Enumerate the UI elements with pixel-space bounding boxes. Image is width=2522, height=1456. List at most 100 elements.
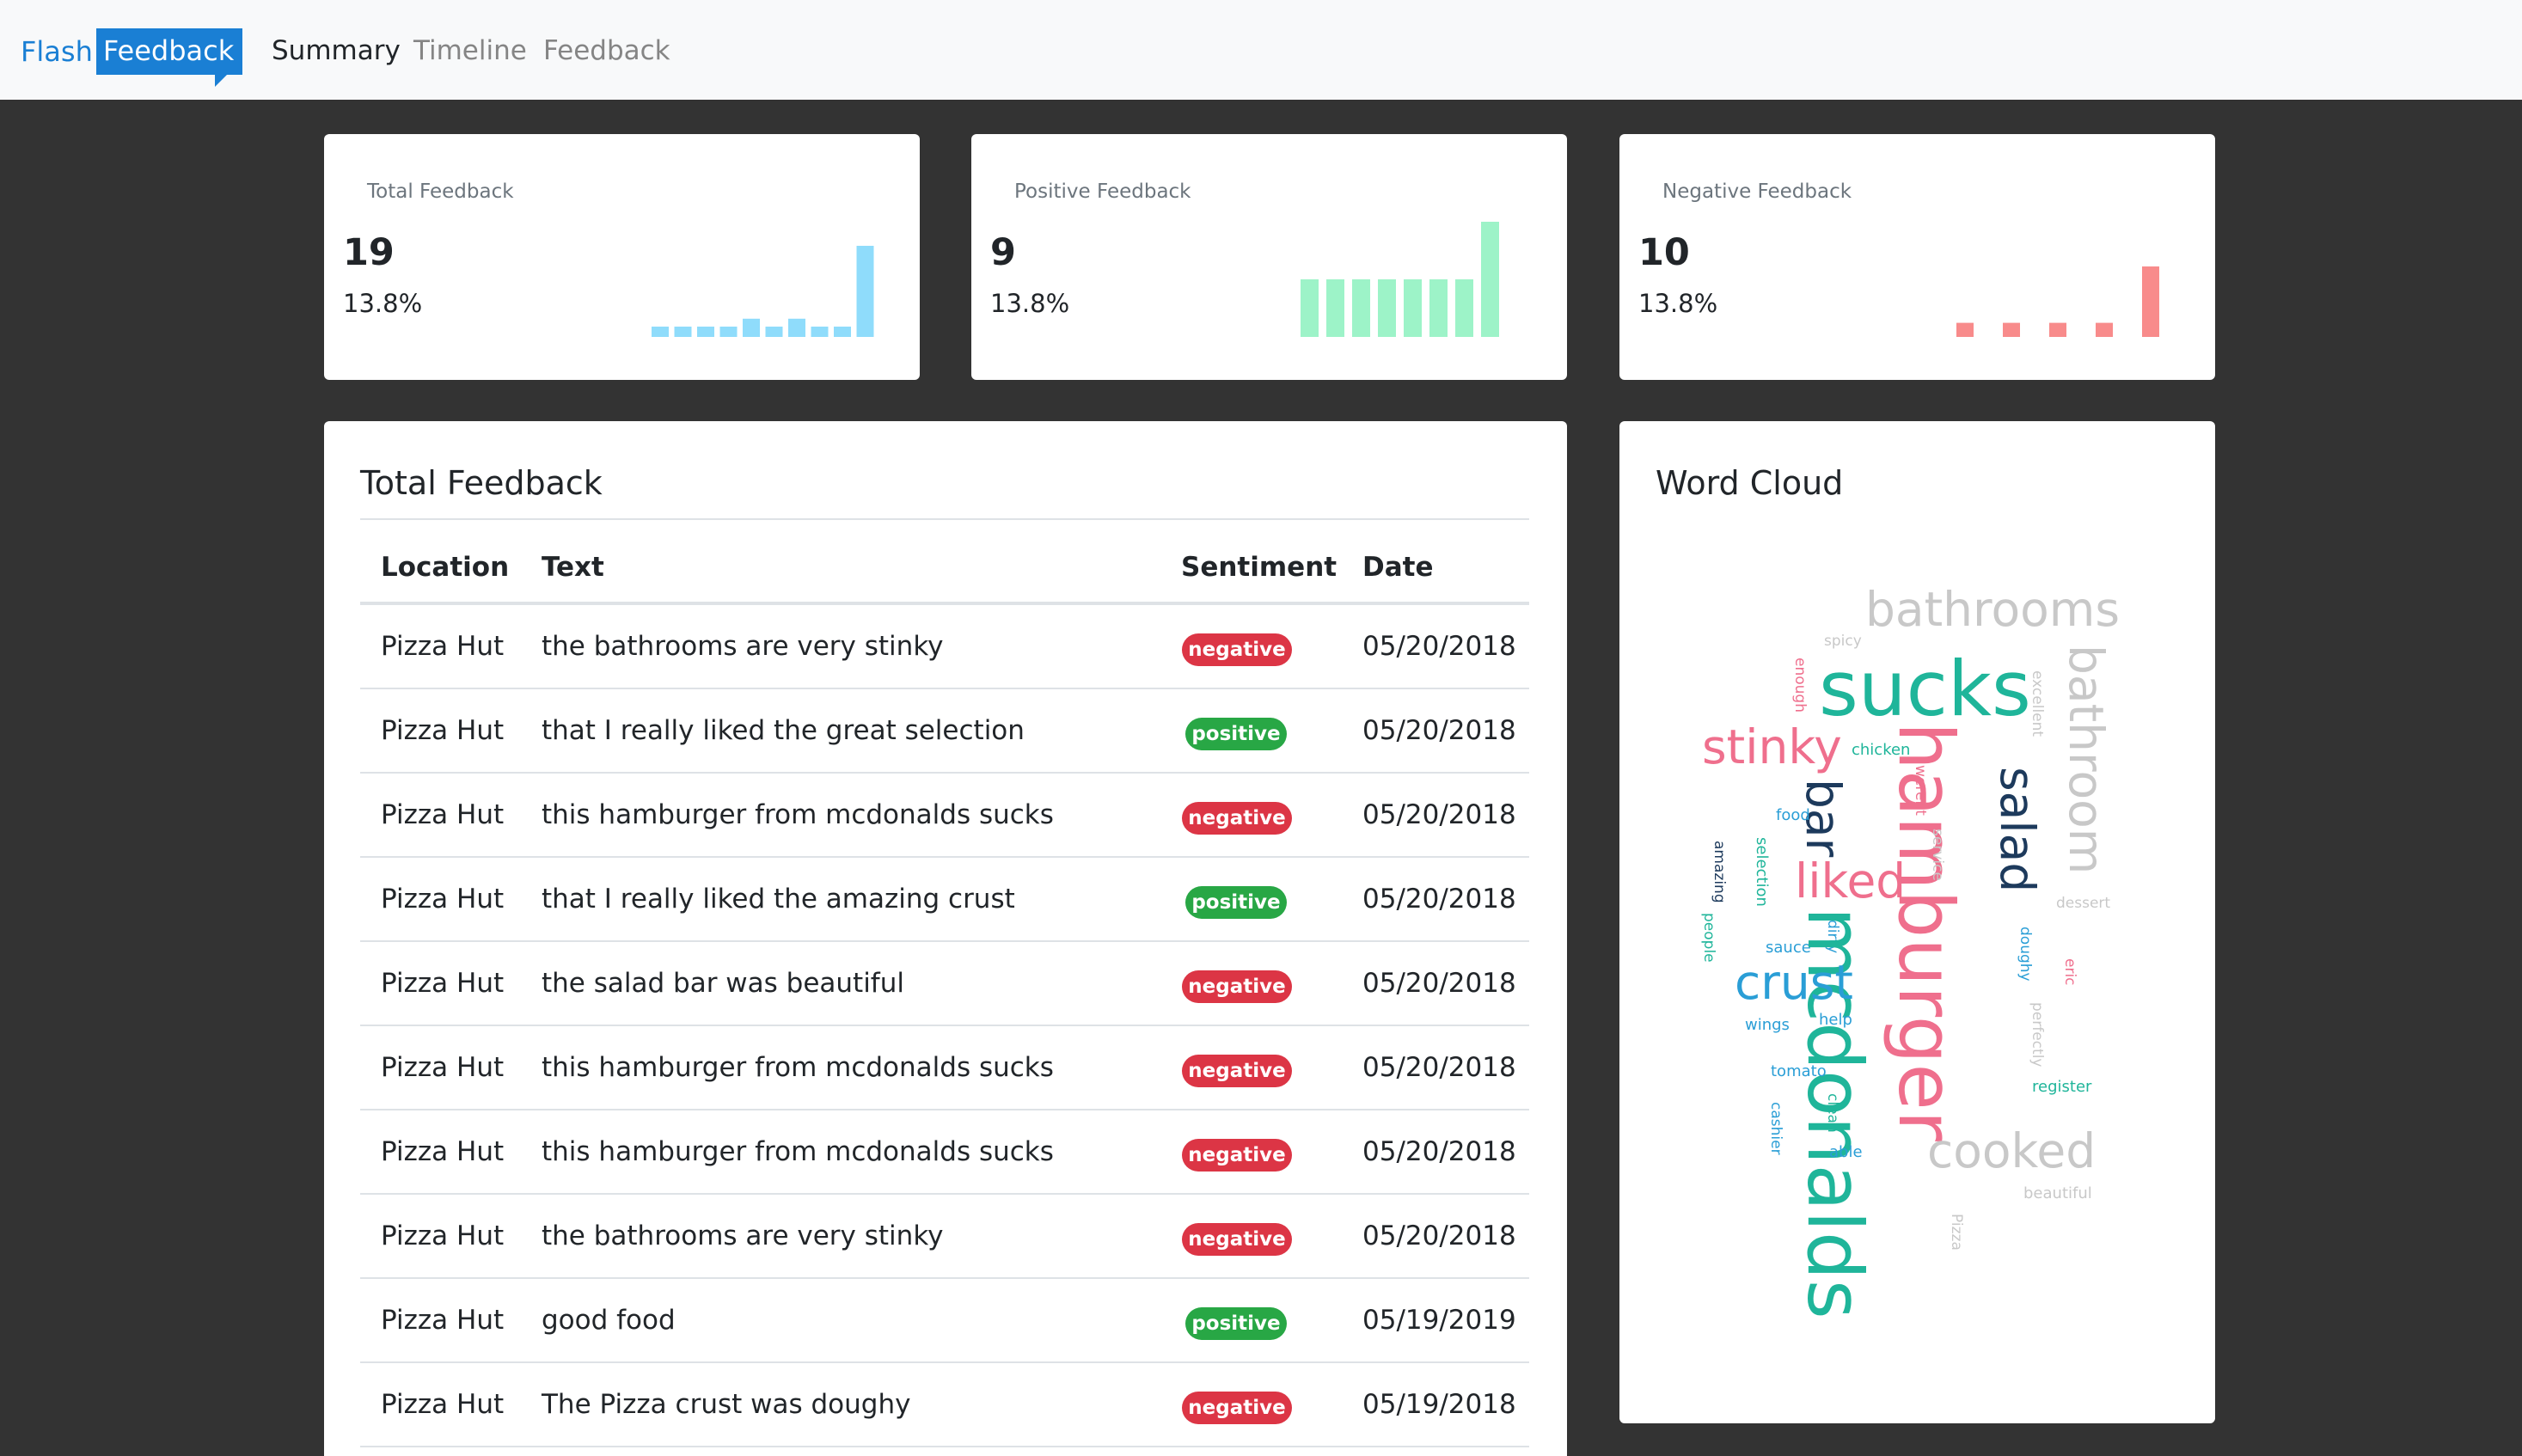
word-cloud-card: Word Cloud bathrooms spicy sucks enough exce… <box>1619 421 2215 1423</box>
nav-summary[interactable]: Summary <box>272 33 401 69</box>
word-cloud-word: Pizza <box>1948 1214 1965 1251</box>
table-row[interactable]: Pizza Hut the bathrooms are very stinky 05… <box>360 1195 1529 1279</box>
sparkline-bar <box>811 327 829 337</box>
word-cloud-word: eric <box>2061 958 2078 986</box>
cell-text: this hamburger from mcdonalds sucks <box>542 1052 1054 1083</box>
sparkline-bar <box>1481 222 1499 337</box>
stat-card-negative: Negative Feedback 10 13.8% <box>1619 134 2215 380</box>
cell-location: Pizza Hut <box>381 1136 505 1167</box>
word-cloud-word: perfectly <box>2029 1002 2046 1068</box>
cell-location: Pizza Hut <box>381 1305 505 1336</box>
word-cloud-title: Word Cloud <box>1656 464 1844 502</box>
table-row[interactable]: Pizza Hut that I really liked the amazing… <box>360 858 1529 942</box>
cell-date: 05/20/2018 <box>1362 884 1516 915</box>
sentiment-badge: positive <box>1185 886 1287 919</box>
word-cloud-word: beautiful <box>2023 1184 2092 1202</box>
sentiment-badge: negative <box>1182 1223 1292 1256</box>
nav-timeline[interactable]: Timeline <box>413 33 527 69</box>
sparkline-chart <box>1301 222 1499 337</box>
cell-location: Pizza Hut <box>381 968 505 999</box>
brand-logo[interactable]: Flash Feedback <box>21 24 243 87</box>
sentiment-badge: negative <box>1182 1392 1292 1424</box>
cell-date: 05/20/2018 <box>1362 1220 1516 1251</box>
sparkline-bar <box>652 327 669 337</box>
feedback-table-card: Total Feedback Location Text Sentiment D… <box>324 421 1567 1456</box>
word-cloud-word: doughy <box>2017 927 2034 982</box>
column-header-date[interactable]: Date <box>1362 552 1434 583</box>
sparkline-bar <box>765 327 783 337</box>
word-cloud-word: salad <box>1990 767 2045 893</box>
sparkline-bar <box>1404 279 1422 337</box>
cell-text: this hamburger from mcdonalds sucks <box>542 799 1054 830</box>
table-title: Total Feedback <box>360 464 603 502</box>
word-cloud-word: excellent <box>2029 670 2046 737</box>
sparkline-bar <box>1455 279 1473 337</box>
cell-date: 05/20/2018 <box>1362 799 1516 830</box>
sentiment-badge: negative <box>1182 802 1292 835</box>
word-cloud-word: food <box>1776 806 1810 824</box>
word-cloud-word: tomato <box>1771 1062 1827 1080</box>
sparkline-bar <box>788 318 805 337</box>
sentiment-badge: negative <box>1182 633 1292 666</box>
table-row[interactable]: Pizza Hut this hamburger from mcdonalds s… <box>360 1110 1529 1195</box>
sentiment-badge: positive <box>1185 718 1287 750</box>
word-cloud-word: werent <box>1912 765 1929 816</box>
word-cloud-word: amazing <box>1711 841 1728 903</box>
table-row[interactable]: Pizza Hut the bathrooms are very stinky 05… <box>360 605 1529 689</box>
cell-date: 05/19/2019 <box>1362 1305 1516 1336</box>
brand-flash-text: Flash <box>21 35 93 68</box>
column-header-location[interactable]: Location <box>381 552 509 583</box>
sparkline-bar <box>1378 279 1396 337</box>
stat-card-positive: Positive Feedback 9 13.8% <box>971 134 1567 380</box>
sparkline-bar <box>1326 279 1344 337</box>
nav-feedback[interactable]: Feedback <box>543 33 670 69</box>
table-row[interactable]: Pizza Hut this hamburger from mcdonalds s… <box>360 1026 1529 1110</box>
word-cloud-word: clean <box>1824 1093 1841 1133</box>
column-header-text[interactable]: Text <box>542 552 604 583</box>
sentiment-badge: negative <box>1182 1139 1292 1172</box>
table-row[interactable]: Pizza Hut that I really liked the great s… <box>360 689 1529 774</box>
cell-text: the salad bar was beautiful <box>542 968 904 999</box>
sparkline-bar <box>2049 322 2066 337</box>
cell-location: Pizza Hut <box>381 715 505 746</box>
speech-bubble-tail-icon <box>215 75 228 87</box>
word-cloud-word: register <box>2032 1078 2092 1096</box>
cell-text: that I really liked the amazing crust <box>542 884 1015 915</box>
brand-feedback-badge: Feedback <box>95 28 243 87</box>
sparkline-bar <box>2096 322 2113 337</box>
brand-feedback-text: Feedback <box>95 28 243 75</box>
word-cloud-word: cooked <box>1927 1123 2097 1178</box>
word-cloud-word: enough <box>1791 658 1809 713</box>
cell-location: Pizza Hut <box>381 1389 505 1420</box>
sentiment-badge: negative <box>1182 970 1292 1003</box>
cell-date: 05/19/2018 <box>1362 1389 1516 1420</box>
navbar: Flash Feedback Summary Timeline Feedback <box>0 0 2522 100</box>
stat-card-total: Total Feedback 19 13.8% <box>324 134 920 380</box>
word-cloud-word: sucks <box>1819 645 2031 733</box>
cell-location: Pizza Hut <box>381 1220 505 1251</box>
sparkline-bar <box>2142 266 2159 337</box>
sparkline-bar <box>697 327 714 337</box>
cell-location: Pizza Hut <box>381 884 505 915</box>
word-cloud-word: dessert <box>2056 895 2111 912</box>
sparkline-bar <box>856 246 874 337</box>
table-row[interactable]: Pizza Hut good food 05/19/2019 positive <box>360 1279 1529 1363</box>
table-row[interactable]: Pizza Hut this hamburger from mcdonalds s… <box>360 774 1529 858</box>
word-cloud-word: wings <box>1745 1016 1790 1034</box>
cell-date: 05/20/2018 <box>1362 1052 1516 1083</box>
table-row[interactable]: Pizza Hut The Pizza crust was doughy 05/19… <box>360 1363 1529 1447</box>
word-cloud-word: bathroom <box>2059 645 2114 875</box>
cell-text: the bathrooms are very stinky <box>542 1220 944 1251</box>
word-cloud-word: cashier <box>1767 1102 1784 1155</box>
cell-text: good food <box>542 1305 676 1336</box>
sparkline-bar <box>2003 322 2020 337</box>
table-row[interactable]: Pizza Hut the salad bar was beautiful 05/2… <box>360 942 1529 1026</box>
sparkline-bar <box>1956 322 1974 337</box>
word-cloud-word: help <box>1819 1011 1852 1029</box>
word-cloud-word: people <box>1700 913 1717 963</box>
sparkline-bar <box>1352 279 1370 337</box>
divider <box>360 518 1529 520</box>
cell-location: Pizza Hut <box>381 1052 505 1083</box>
column-header-sentiment[interactable]: Sentiment <box>1181 552 1337 583</box>
word-cloud-word: bathrooms <box>1865 582 2120 637</box>
